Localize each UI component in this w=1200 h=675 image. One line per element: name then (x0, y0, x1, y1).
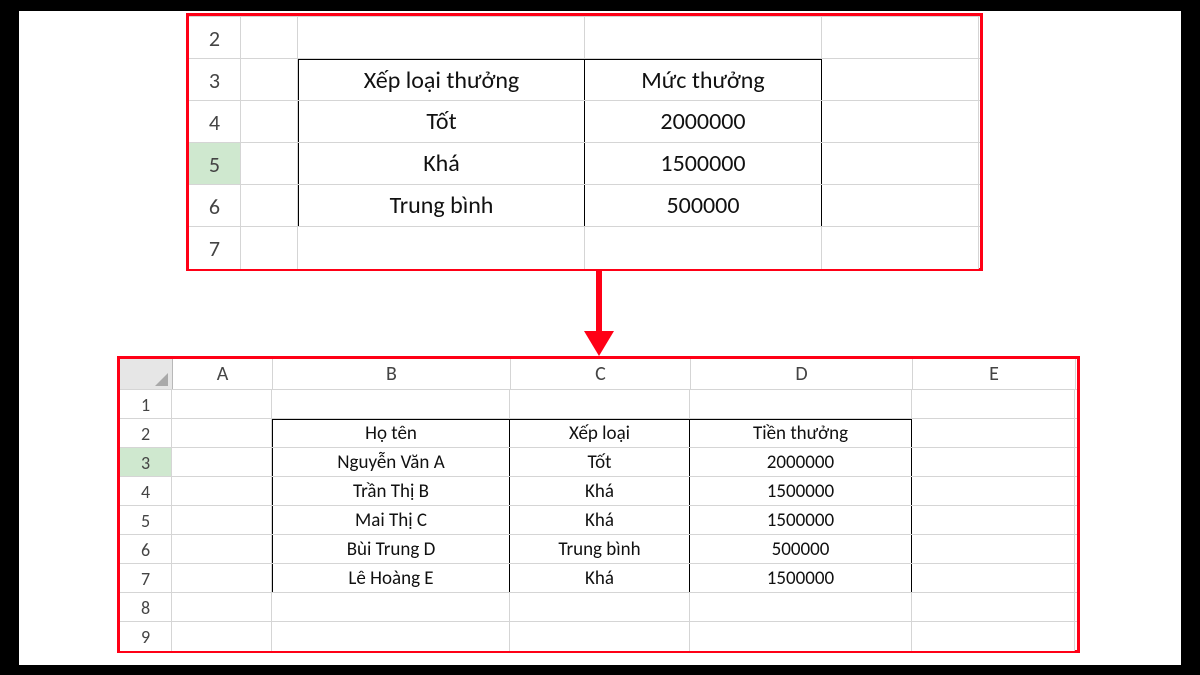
result-header-rating[interactable]: Xếp loại (510, 419, 690, 448)
col-header[interactable]: D (691, 359, 913, 389)
result-cell-rating[interactable]: Khá (510, 477, 690, 506)
result-cell-bonus[interactable]: 1500000 (690, 506, 912, 535)
row-header[interactable]: 5 (120, 506, 172, 535)
cell[interactable] (912, 622, 1075, 651)
cell[interactable] (298, 17, 585, 59)
row-header[interactable]: 2 (189, 17, 241, 59)
cell[interactable] (585, 227, 822, 269)
result-cell-name[interactable]: Bùi Trung D (272, 535, 510, 564)
result-header-name[interactable]: Họ tên (272, 419, 510, 448)
cell[interactable] (241, 17, 298, 59)
cell[interactable] (822, 17, 979, 59)
cell[interactable] (298, 227, 585, 269)
cell[interactable] (241, 185, 298, 227)
cell[interactable] (172, 448, 272, 477)
lookup-cell-bonus[interactable]: 2000000 (585, 101, 822, 143)
cell[interactable] (912, 477, 1075, 506)
cell[interactable] (585, 17, 822, 59)
lookup-cell-rating[interactable]: Tốt (298, 101, 585, 143)
bottom-sheet[interactable]: A B C D E 1 2 Họ tên Xếp loại Tiền th (120, 359, 1077, 650)
cell[interactable] (172, 564, 272, 593)
cell[interactable] (822, 227, 979, 269)
col-header[interactable]: E (913, 359, 1076, 389)
result-cell-rating[interactable]: Khá (510, 564, 690, 593)
cell[interactable] (241, 143, 298, 185)
cell[interactable] (912, 448, 1075, 477)
cell[interactable] (912, 535, 1075, 564)
row-header[interactable]: 7 (120, 564, 172, 593)
col-header[interactable]: A (173, 359, 273, 389)
arrow-down-icon (584, 271, 614, 356)
cell[interactable] (241, 59, 298, 101)
cell[interactable] (690, 622, 912, 651)
row-header[interactable]: 7 (189, 227, 241, 269)
result-cell-bonus[interactable]: 1500000 (690, 477, 912, 506)
row-header[interactable]: 4 (189, 101, 241, 143)
result-cell-bonus[interactable]: 2000000 (690, 448, 912, 477)
cell[interactable] (822, 59, 979, 101)
row-header[interactable]: 8 (120, 593, 172, 622)
cell[interactable] (172, 506, 272, 535)
row-header[interactable]: 2 (120, 419, 172, 448)
cell[interactable] (510, 593, 690, 622)
cell[interactable] (822, 143, 979, 185)
cell[interactable] (272, 593, 510, 622)
row-header[interactable]: 9 (120, 622, 172, 651)
row-header[interactable]: 3 (189, 59, 241, 101)
top-sheet[interactable]: 2 3 Xếp loại thưởng Mức thưởng 4 Tốt 200… (189, 16, 980, 268)
lookup-cell-bonus[interactable]: 500000 (585, 185, 822, 227)
result-cell-name[interactable]: Mai Thị C (272, 506, 510, 535)
cell[interactable] (510, 390, 690, 419)
cell[interactable] (272, 390, 510, 419)
select-all-triangle[interactable] (120, 359, 173, 390)
col-header[interactable]: C (511, 359, 691, 389)
cell[interactable] (172, 419, 272, 448)
column-headers[interactable]: A B C D E (120, 359, 1077, 390)
lookup-cell-rating[interactable]: Trung bình (298, 185, 585, 227)
bottom-spreadsheet-panel: A B C D E 1 2 Họ tên Xếp loại Tiền th (117, 356, 1080, 653)
canvas: 2 3 Xếp loại thưởng Mức thưởng 4 Tốt 200… (19, 11, 1181, 665)
result-cell-rating[interactable]: Trung bình (510, 535, 690, 564)
cell[interactable] (241, 227, 298, 269)
cell[interactable] (272, 622, 510, 651)
cell[interactable] (912, 506, 1075, 535)
cell[interactable] (912, 564, 1075, 593)
row-header[interactable]: 6 (120, 535, 172, 564)
cell[interactable] (172, 593, 272, 622)
row-header[interactable]: 4 (120, 477, 172, 506)
top-spreadsheet-panel: 2 3 Xếp loại thưởng Mức thưởng 4 Tốt 200… (186, 13, 983, 271)
cell[interactable] (172, 390, 272, 419)
lookup-cell-rating[interactable]: Khá (298, 143, 585, 185)
cell[interactable] (822, 185, 979, 227)
cell[interactable] (172, 622, 272, 651)
row-header[interactable]: 6 (189, 185, 241, 227)
cell[interactable] (912, 419, 1075, 448)
cell[interactable] (241, 101, 298, 143)
result-cell-bonus[interactable]: 1500000 (690, 564, 912, 593)
result-cell-name[interactable]: Trần Thị B (272, 477, 510, 506)
cell[interactable] (690, 390, 912, 419)
col-header[interactable]: B (273, 359, 511, 389)
row-header-selected[interactable]: 3 (120, 448, 172, 477)
result-cell-rating[interactable]: Tốt (510, 448, 690, 477)
lookup-header-rating[interactable]: Xếp loại thưởng (298, 59, 585, 101)
result-header-bonus[interactable]: Tiền thưởng (690, 419, 912, 448)
lookup-cell-bonus[interactable]: 1500000 (585, 143, 822, 185)
cell[interactable] (172, 477, 272, 506)
cell[interactable] (822, 101, 979, 143)
result-cell-rating[interactable]: Khá (510, 506, 690, 535)
lookup-header-bonus[interactable]: Mức thưởng (585, 59, 822, 101)
result-cell-name[interactable]: Nguyễn Văn A (272, 448, 510, 477)
row-header[interactable]: 1 (120, 390, 172, 419)
result-cell-name[interactable]: Lê Hoàng E (272, 564, 510, 593)
cell[interactable] (510, 622, 690, 651)
cell[interactable] (912, 390, 1075, 419)
row-header-selected[interactable]: 5 (189, 143, 241, 185)
cell[interactable] (912, 593, 1075, 622)
result-cell-bonus[interactable]: 500000 (690, 535, 912, 564)
cell[interactable] (172, 535, 272, 564)
cell[interactable] (690, 593, 912, 622)
